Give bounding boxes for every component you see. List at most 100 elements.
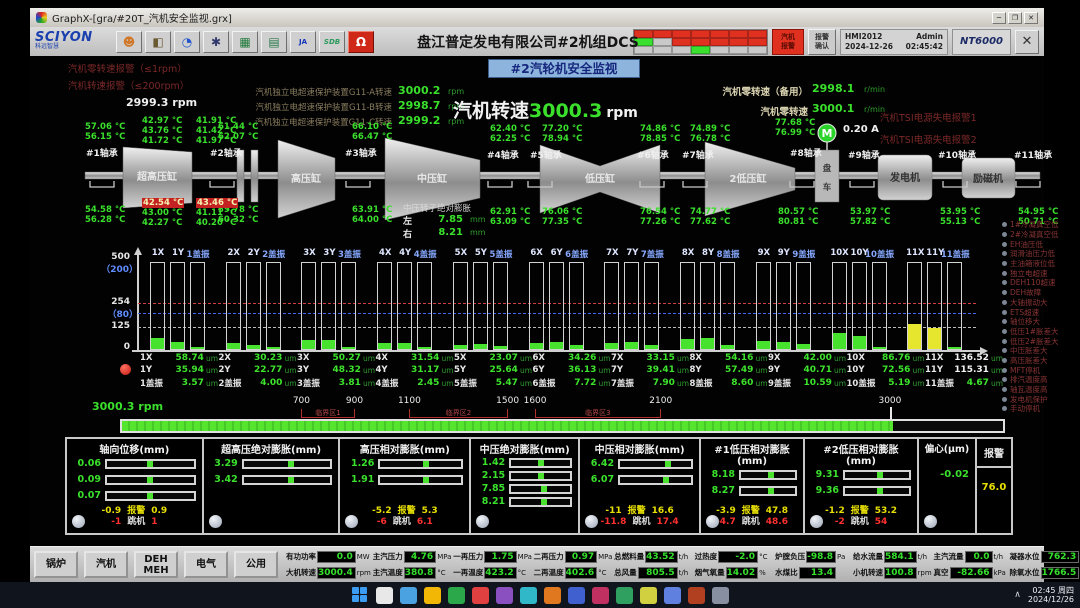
main-display: 汽机零转速报警（≤1rpm） 汽机转速报警（≤200rpm） 2999.3 rp…: [30, 6, 1044, 582]
stat-unit: °C: [759, 553, 775, 561]
g11-label-0: 汽机独立电超速保护装置G11-A转速: [158, 86, 392, 98]
minimize-button[interactable]: ─: [992, 12, 1006, 24]
alarm-ack-button[interactable]: 报警确认: [808, 29, 836, 55]
taskbar-app-icon[interactable]: [664, 587, 681, 604]
bearing-temp-bottom-9: 53.97 °C57.82 °C: [850, 207, 890, 227]
temp-value: 77.26 °C: [640, 217, 680, 227]
taskbar-app-icon[interactable]: [520, 587, 537, 604]
exit-button[interactable]: ✕: [1015, 30, 1039, 54]
stat-label: 过热度: [695, 551, 718, 562]
temp-value: 55.13 °C: [940, 217, 980, 227]
stat-有功功率: 有功功率0.0MW: [286, 550, 373, 564]
taskbar-app-icon[interactable]: [544, 587, 561, 604]
start-button[interactable]: [352, 587, 369, 604]
stat-value-box: 584.1: [884, 551, 916, 563]
task-view-icon[interactable]: [400, 587, 417, 604]
panel-gauges: 6.426.07: [584, 457, 695, 486]
taskbar-app-icon[interactable]: [688, 587, 705, 604]
vib-value-row-9X: 9X42.00um: [768, 353, 846, 363]
lp1-label: 低压缸: [584, 172, 615, 185]
vib-value-number: 4.67: [951, 378, 989, 388]
temp-value: 42.97 °C: [142, 116, 182, 126]
vib-value-unit: um: [441, 354, 453, 363]
alarm-grid-cell-0-4: [710, 30, 729, 38]
ip-exp-row-label: 右: [403, 227, 412, 240]
rpm-tick-1600: 1600: [524, 396, 547, 406]
taskbar-app-icon[interactable]: [712, 587, 729, 604]
taskbar-app-icon[interactable]: [472, 587, 489, 604]
temp-value: 77.62 °C: [690, 217, 730, 227]
gauge-marker: [768, 472, 774, 478]
vibration-bar-7X: [604, 262, 619, 350]
alarm-bullet-icon: [1002, 329, 1007, 334]
gauge-row: 2.15: [477, 470, 572, 481]
stat-label: 真空: [934, 567, 949, 578]
ja-logo-icon[interactable]: JA: [290, 31, 316, 53]
vibration-bar-fill-9盖振: [797, 344, 810, 349]
monitor-icon[interactable]: ▦: [232, 31, 258, 53]
alarm-bullet-icon: [1002, 251, 1007, 256]
taskbar-app-icon[interactable]: [448, 587, 465, 604]
vibration-bar-8盖振: [720, 262, 735, 350]
panel-limit-line: -2跳机54: [809, 517, 913, 531]
folder-icon[interactable]: [424, 587, 441, 604]
vib-value-unit: um: [677, 354, 689, 363]
stat-二再压力: 二再压力0.97MPa: [534, 550, 614, 564]
vib-value-unit: um: [598, 379, 610, 388]
restore-button[interactable]: ❐: [1008, 12, 1022, 24]
temp-value: 63.91 °C: [352, 205, 392, 215]
gauge-bar: [509, 458, 572, 468]
vib-value-unit: um: [912, 354, 924, 363]
vibration-bar-fill-6盖振: [570, 345, 583, 349]
barring-motor-current: 0.20 A: [843, 124, 879, 135]
vib-value-label: 2X: [219, 353, 245, 363]
clock-icon[interactable]: ◔: [174, 31, 200, 53]
stat-value-box: 0.97: [565, 551, 597, 563]
system-tray: ∧ 02:45 周四 2024/12/26: [1014, 582, 1074, 608]
alarm-bell-icon[interactable]: Ω: [348, 31, 374, 53]
nav-button-电气[interactable]: 电气: [184, 551, 228, 578]
vib-value-unit: um: [363, 366, 375, 375]
y-axis-label-（200）: （200）: [90, 262, 138, 275]
alarm-bullet-icon: [1002, 387, 1007, 392]
alarm-list-item: 手动停机: [1002, 404, 1080, 414]
y-axis-label-500: 500: [82, 252, 130, 262]
taskbar-app-icon[interactable]: [640, 587, 657, 604]
vib-value-row-1盖振: 1盖振3.57um: [140, 377, 218, 389]
temp-value: 54.95 °C: [1018, 207, 1058, 217]
bar-label-8盖振: 8盖振: [708, 248, 748, 260]
temp-value: 62.40 °C: [490, 124, 530, 134]
stat-label: 二再压力: [534, 551, 564, 562]
bearing-bracket: [90, 181, 114, 187]
nav-button-公用[interactable]: 公用: [234, 551, 278, 578]
taskbar-date: 2024/12/26: [1028, 595, 1074, 605]
nav-button-DEHMEH[interactable]: DEHMEH: [134, 551, 178, 578]
stat-label: 主汽压力: [373, 551, 403, 562]
panel-超高压绝对膨胀(mm): 超高压绝对膨胀(mm)3.293.42: [202, 437, 341, 535]
sdb-logo-icon[interactable]: SDB: [319, 31, 345, 53]
taskbar-app-icon[interactable]: [568, 587, 585, 604]
gauge-value: 1.42: [477, 457, 505, 468]
tray-chevron-icon[interactable]: ∧: [1014, 590, 1021, 600]
search-icon[interactable]: [376, 587, 393, 604]
stat-unit: °C: [598, 569, 614, 577]
nav-button-锅炉[interactable]: 锅炉: [34, 551, 78, 578]
turbine-alarm-button[interactable]: 汽机报警: [772, 29, 804, 55]
nav-button-汽机[interactable]: 汽机: [84, 551, 128, 578]
taskbar-app-icon[interactable]: [496, 587, 513, 604]
gear-icon[interactable]: ✱: [203, 31, 229, 53]
vib-value-row-6Y: 6Y36.13um: [533, 365, 611, 375]
stat-unit: MPa: [437, 553, 453, 561]
taskbar-app-icon[interactable]: [592, 587, 609, 604]
vib-value-label: 9Y: [768, 365, 794, 375]
taskbar-app-icon[interactable]: [616, 587, 633, 604]
alarm-bullet-icon: [1002, 300, 1007, 305]
users-icon[interactable]: ☻: [116, 31, 142, 53]
taskbar-clock[interactable]: 02:45 周四 2024/12/26: [1028, 586, 1074, 605]
tools-icon[interactable]: ◧: [145, 31, 171, 53]
rpm-progress-fill: [122, 421, 893, 431]
close-button[interactable]: ✕: [1024, 12, 1038, 24]
cards-icon[interactable]: ▤: [261, 31, 287, 53]
gauge-value: 8.21: [477, 496, 505, 507]
vib-value-label: 6Y: [533, 365, 559, 375]
